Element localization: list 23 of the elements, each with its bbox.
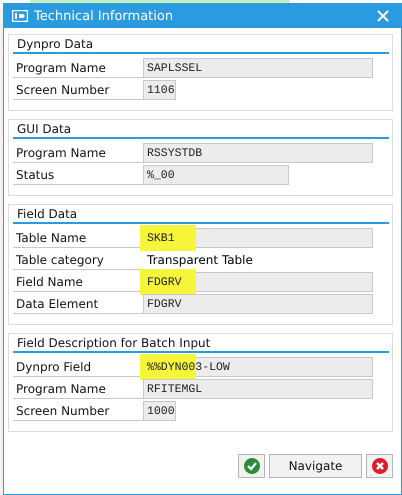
navigate-button[interactable]: Navigate bbox=[269, 454, 362, 478]
output-field: RSSYSTDB bbox=[143, 143, 373, 163]
group-title: GUI Data bbox=[13, 120, 389, 139]
output-field: SKB1 bbox=[143, 228, 373, 248]
window-title: Technical Information bbox=[34, 8, 174, 24]
checkmark-icon bbox=[244, 458, 260, 474]
group-title: Field Description for Batch Input bbox=[13, 334, 389, 353]
close-icon[interactable] bbox=[377, 10, 389, 22]
output-field: 1000 bbox=[143, 401, 176, 421]
output-field: 1106 bbox=[143, 80, 176, 100]
group-title: Dynpro Data bbox=[13, 35, 389, 54]
output-field: FDGRV bbox=[143, 294, 373, 314]
cancel-button[interactable] bbox=[366, 454, 393, 478]
group-title: Field Data bbox=[13, 205, 389, 224]
field-label: Table category bbox=[13, 250, 143, 270]
output-field: %_00 bbox=[143, 165, 289, 185]
window-icon bbox=[12, 10, 28, 22]
output-field: FDGRV bbox=[143, 272, 373, 292]
output-field: RFITEMGL bbox=[143, 379, 373, 399]
output-field: SAPLSSEL bbox=[143, 58, 373, 78]
confirm-button[interactable] bbox=[238, 454, 265, 478]
cancel-icon bbox=[372, 458, 388, 474]
field-value: Transparent Table bbox=[146, 252, 253, 269]
